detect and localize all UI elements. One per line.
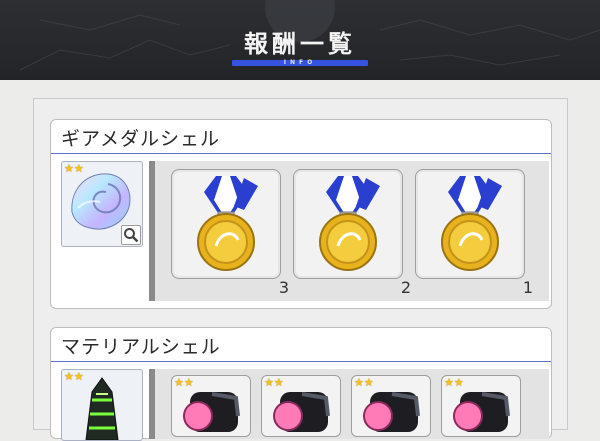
section-title: ギアメダルシェル (61, 128, 221, 150)
reward-list-panel[interactable]: ギアメダルシェル ★★ 3 2 1 マテリアルシェル ★★ ★★ ★★ ★★ ★… (33, 98, 568, 441)
material-shell-item[interactable]: ★★ (61, 369, 143, 441)
reward-material[interactable]: ★★ (261, 375, 341, 437)
reward-count: 1 (522, 278, 533, 297)
reward-items-area: ★★ ★★ ★★ ★★ (149, 369, 549, 439)
spiral-shell-icon (85, 377, 119, 440)
section-divider (51, 361, 551, 362)
reward-material[interactable]: ★★ (171, 375, 251, 437)
page-subtitle: INFO (283, 59, 317, 66)
header-bar: 報酬一覧 INFO (0, 0, 600, 80)
section-divider (51, 153, 551, 154)
gold-medal-icon (319, 176, 380, 271)
two-stars-icon: ★★ (354, 376, 374, 389)
two-stars-icon: ★★ (264, 376, 284, 389)
magnifier-icon[interactable] (121, 225, 141, 245)
reward-gold-medal[interactable] (415, 169, 525, 279)
two-stars-icon: ★★ (174, 376, 194, 389)
page-title: 報酬一覧 (244, 29, 356, 58)
two-stars-icon: ★★ (444, 376, 464, 389)
reward-section-gear-medal-shell: ギアメダルシェル ★★ 3 2 1 (50, 119, 552, 309)
gold-medal-icon (441, 176, 502, 271)
reward-gold-medal[interactable] (171, 169, 281, 279)
reward-count: 3 (278, 278, 289, 297)
gear-medal-shell-item[interactable]: ★★ (61, 161, 143, 247)
reward-section-material-shell: マテリアルシェル ★★ ★★ ★★ ★★ ★★ (50, 327, 552, 441)
reward-material[interactable]: ★★ (351, 375, 431, 437)
section-title: マテリアルシェル (61, 336, 221, 358)
gold-medal-icon (197, 176, 258, 271)
reward-count: 2 (400, 278, 411, 297)
reward-items-area: 3 2 1 (149, 161, 549, 301)
reward-material[interactable]: ★★ (441, 375, 521, 437)
reward-gold-medal[interactable] (293, 169, 403, 279)
